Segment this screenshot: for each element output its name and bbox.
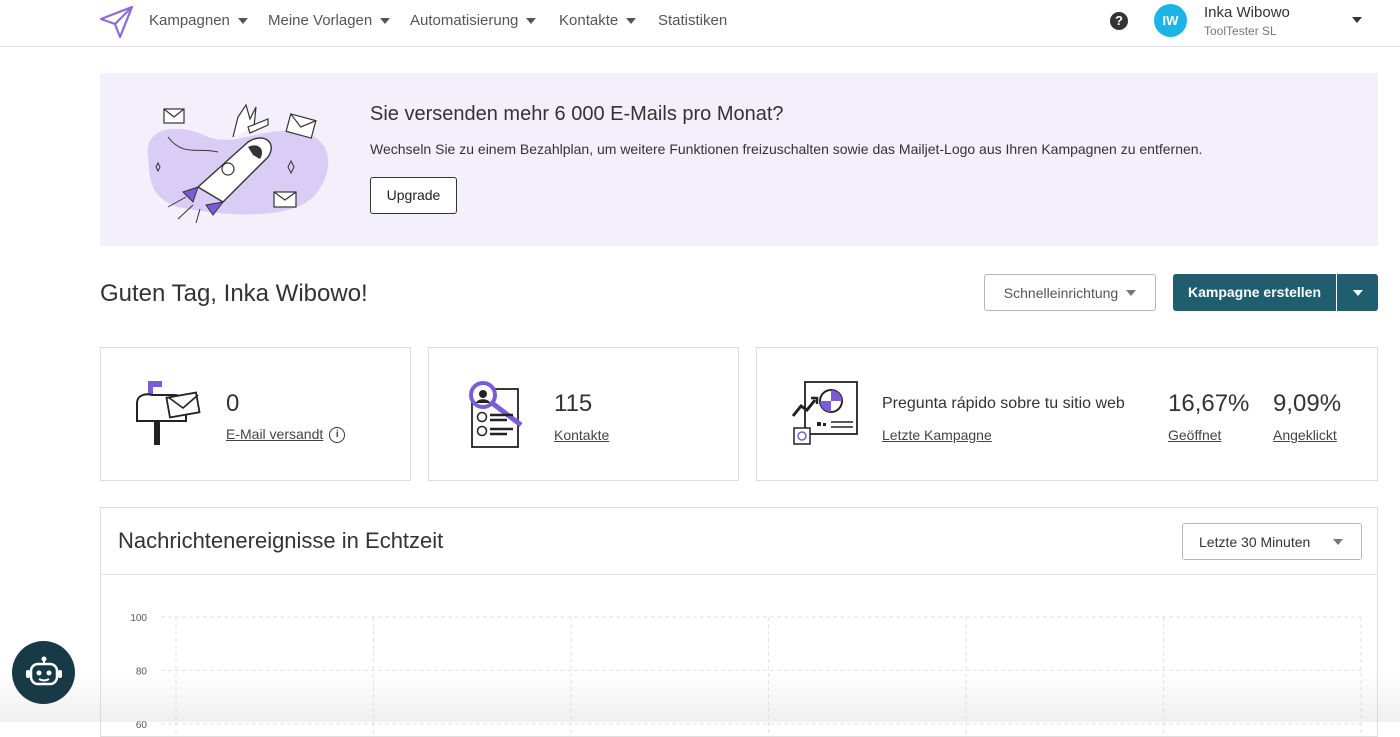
stat-card-sent: 0 E-Mail versandt i — [100, 347, 411, 481]
nav-automatisierung[interactable]: Automatisierung — [410, 12, 537, 29]
last-campaign-name[interactable]: Pregunta rápido sobre tu sitio web — [882, 395, 1125, 413]
realtime-events-panel: Nachrichtenereignisse in Echtzeit Letzte… — [100, 507, 1378, 737]
avatar[interactable]: IW — [1154, 4, 1187, 37]
realtime-title: Nachrichtenereignisse in Echtzeit — [118, 528, 444, 553]
nav-automatisierung-label: Automatisierung — [410, 12, 519, 29]
contacts-search-icon — [469, 381, 523, 448]
chevron-down-icon — [526, 17, 537, 24]
chevron-down-icon — [1333, 538, 1343, 545]
contacts-count: 115 — [554, 390, 593, 417]
upgrade-banner: Sie versenden mehr 6 000 E-Mails pro Mon… — [100, 73, 1378, 246]
clicked-rate: 9,09% — [1273, 390, 1342, 417]
user-name[interactable]: Inka Wibowo — [1204, 4, 1290, 21]
chevron-down-icon — [237, 17, 248, 24]
realtime-chart: 1008060 — [130, 613, 1362, 736]
quick-setup-button[interactable]: Schnelleinrichtung — [984, 274, 1156, 311]
info-icon[interactable]: i — [329, 427, 346, 444]
upgrade-button[interactable]: Upgrade — [370, 177, 457, 214]
page-title: Guten Tag, Inka Wibowo! — [100, 280, 368, 307]
nav-statistiken-label: Statistiken — [658, 12, 728, 29]
chevron-down-icon — [1126, 289, 1137, 296]
chevron-down-icon — [626, 17, 637, 24]
user-organization: ToolTester SL — [1204, 24, 1277, 38]
time-range-value: Letzte 30 Minuten — [1199, 533, 1311, 550]
nav-kontakte-label: Kontakte — [559, 12, 619, 29]
chevron-down-icon — [1352, 289, 1363, 296]
sent-count: 0 — [226, 390, 240, 417]
opened-rate: 16,67% — [1168, 390, 1250, 417]
chatbot-button[interactable] — [12, 641, 75, 704]
quick-setup-label: Schnelleinrichtung — [1003, 284, 1119, 301]
nav-kampagnen[interactable]: Kampagnen — [149, 12, 248, 29]
rocket-illustration-icon — [147, 103, 329, 224]
nav-kampagnen-label: Kampagnen — [149, 12, 230, 29]
banner-title: Sie versenden mehr 6 000 E-Mails pro Mon… — [370, 103, 784, 125]
stat-card-last-campaign: Pregunta rápido sobre tu sitio web Letzt… — [756, 347, 1378, 481]
time-range-select[interactable]: Letzte 30 Minuten — [1182, 523, 1362, 560]
stat-card-contacts: 115 Kontakte — [428, 347, 739, 481]
y-tick-label: 80 — [136, 667, 148, 678]
create-campaign-button[interactable]: Kampagne erstellen — [1173, 274, 1336, 311]
clicked-link[interactable]: Angeklickt — [1273, 427, 1337, 443]
mailjet-logo-icon[interactable] — [99, 5, 135, 39]
opened-link[interactable]: Geöffnet — [1168, 427, 1221, 443]
nav-meine-vorlagen[interactable]: Meine Vorlagen — [268, 12, 391, 29]
banner-text: Wechseln Sie zu einem Bezahlplan, um wei… — [370, 141, 1203, 157]
realtime-panel-header: Nachrichtenereignisse in Echtzeit Letzte… — [101, 508, 1377, 575]
contacts-link[interactable]: Kontakte — [554, 427, 609, 443]
robot-icon — [25, 656, 62, 685]
help-icon[interactable]: ? — [1110, 12, 1128, 30]
create-campaign-menu-button[interactable] — [1337, 274, 1378, 311]
mailbox-icon — [136, 381, 201, 445]
nav-kontakte[interactable]: Kontakte — [559, 12, 637, 29]
sent-label[interactable]: E-Mail versandt — [226, 426, 323, 442]
last-campaign-link[interactable]: Letzte Kampagne — [882, 427, 992, 443]
y-tick-label: 100 — [130, 613, 147, 624]
chevron-down-icon — [380, 17, 391, 24]
nav-statistiken[interactable]: Statistiken — [658, 12, 727, 29]
campaign-report-icon — [791, 381, 858, 445]
user-menu-chevron-icon[interactable] — [1352, 17, 1362, 23]
sent-link[interactable]: E-Mail versandt i — [226, 426, 346, 444]
nav-meine-vorlagen-label: Meine Vorlagen — [268, 12, 373, 29]
top-navigation: Kampagnen Meine Vorlagen Automatisierung… — [0, 0, 1400, 47]
